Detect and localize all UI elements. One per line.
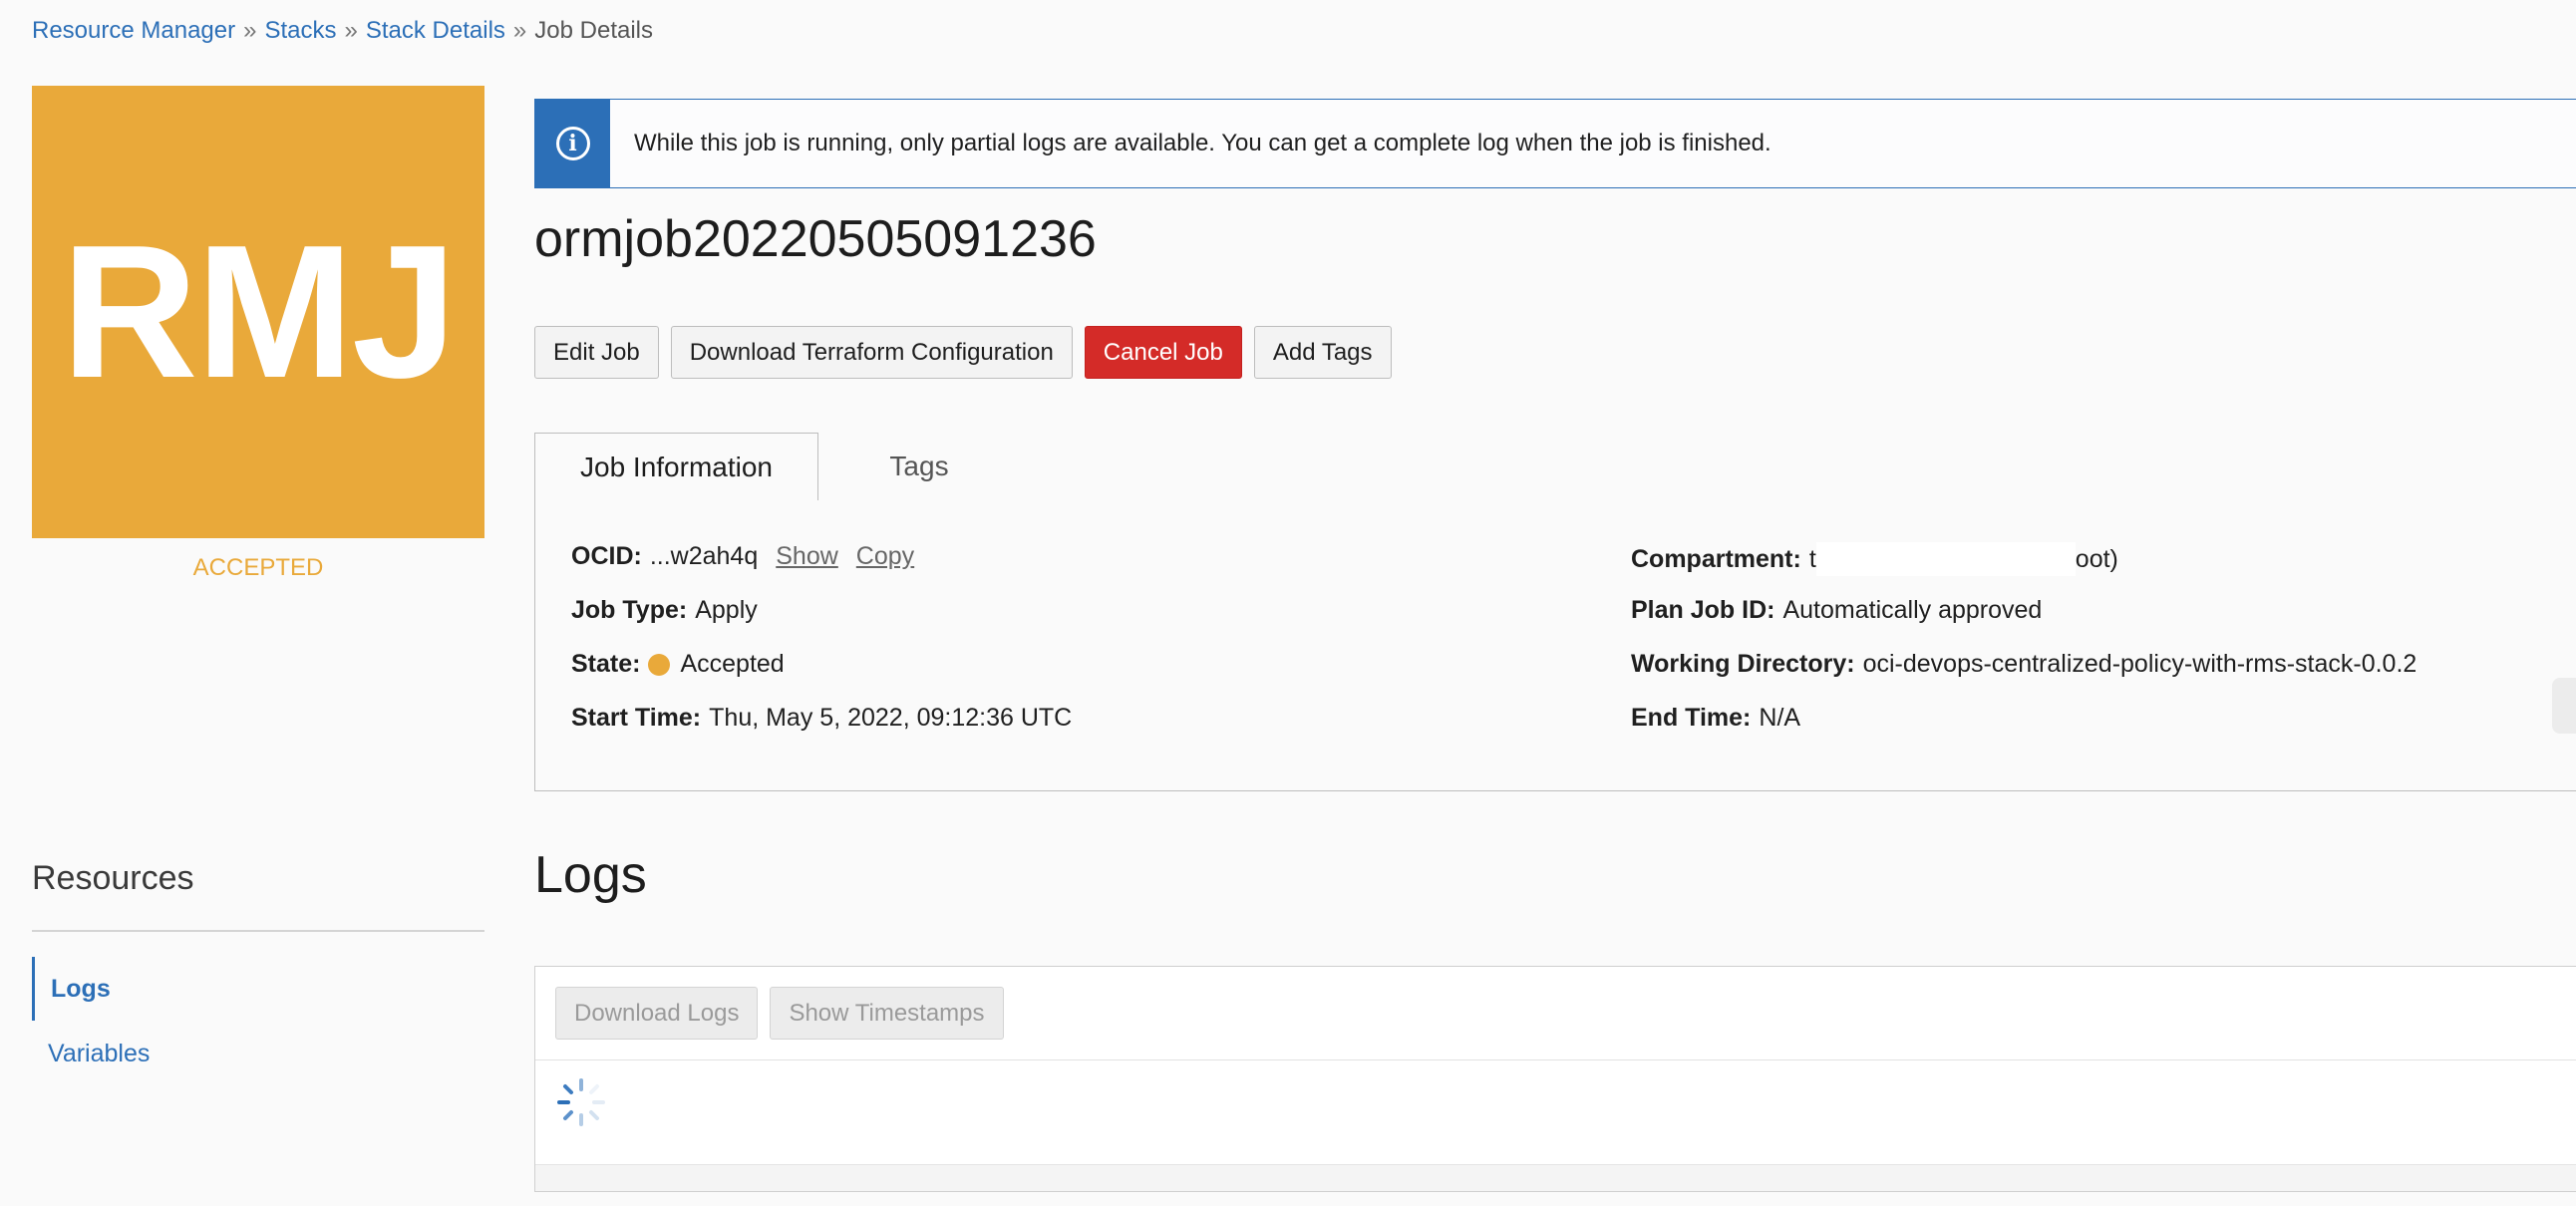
state-field: State: Accepted bbox=[571, 650, 785, 679]
start-time-value: Thu, May 5, 2022, 09:12:36 UTC bbox=[709, 704, 1073, 732]
info-icon: i bbox=[555, 127, 590, 160]
download-terraform-button[interactable]: Download Terraform Configuration bbox=[670, 326, 1073, 379]
info-banner: i While this job is running, only partia… bbox=[534, 99, 2576, 188]
compartment-value-prefix: t bbox=[1808, 544, 1816, 573]
start-time-field: Start Time: Thu, May 5, 2022, 09:12:36 U… bbox=[571, 704, 1072, 733]
plan-job-label: Plan Job ID: bbox=[1631, 596, 1775, 624]
end-time-value: N/A bbox=[1759, 704, 1801, 732]
working-directory-value: oci-devops-centralized-policy-with-rms-s… bbox=[1862, 650, 2417, 678]
edit-job-button[interactable]: Edit Job bbox=[534, 326, 659, 379]
state-label: State: bbox=[571, 650, 641, 678]
help-panel-handle[interactable] bbox=[2552, 678, 2576, 734]
logs-toolbar: Download Logs Show Timestamps bbox=[535, 967, 2576, 1060]
resources-title: Resources bbox=[32, 859, 194, 897]
logs-title: Logs bbox=[534, 846, 647, 904]
job-type-value: Apply bbox=[695, 596, 758, 624]
breadcrumb-current: Job Details bbox=[534, 17, 654, 44]
state-value: Accepted bbox=[680, 650, 785, 678]
working-directory-label: Working Directory: bbox=[1631, 650, 1855, 678]
compartment-value-suffix: oot) bbox=[2075, 544, 2118, 573]
plan-job-field: Plan Job ID: Automatically approved bbox=[1631, 596, 2042, 625]
cancel-job-button[interactable]: Cancel Job bbox=[1084, 326, 1242, 379]
tab-tags[interactable]: Tags bbox=[854, 433, 984, 500]
logs-panel: Download Logs Show Timestamps bbox=[534, 966, 2576, 1192]
job-type-label: Job Type: bbox=[571, 596, 688, 624]
ocid-field: OCID: ...w2ah4q Show Copy bbox=[571, 542, 914, 571]
info-banner-text: While this job is running, only partial … bbox=[634, 130, 1771, 156]
breadcrumb-stack-details[interactable]: Stack Details bbox=[366, 17, 505, 44]
logs-footer bbox=[535, 1164, 2576, 1191]
download-logs-button[interactable]: Download Logs bbox=[555, 987, 759, 1040]
job-status-label: ACCEPTED bbox=[192, 554, 324, 581]
job-information-panel: OCID: ...w2ah4q Show Copy Job Type: Appl… bbox=[534, 500, 2576, 791]
end-time-label: End Time: bbox=[1631, 704, 1752, 732]
redacted-region bbox=[1815, 542, 2076, 576]
state-indicator-icon bbox=[648, 653, 671, 676]
breadcrumb: Resource Manager » Stacks » Stack Details » Jo… bbox=[32, 17, 653, 45]
resources-item-variables[interactable]: Variables bbox=[32, 1022, 484, 1085]
breadcrumb-separator: » bbox=[512, 17, 527, 44]
page-title: ormjob20220505091236 bbox=[534, 210, 1097, 268]
loading-spinner-icon bbox=[557, 1078, 605, 1126]
tab-job-information[interactable]: Job Information bbox=[534, 433, 818, 501]
ocid-copy-link[interactable]: Copy bbox=[856, 542, 914, 571]
ocid-show-link[interactable]: Show bbox=[776, 542, 838, 571]
compartment-label: Compartment: bbox=[1631, 544, 1801, 573]
job-type-field: Job Type: Apply bbox=[571, 596, 758, 625]
add-tags-button[interactable]: Add Tags bbox=[1253, 326, 1392, 379]
job-logo-initials: RMJ bbox=[61, 206, 457, 418]
breadcrumb-separator: » bbox=[344, 17, 358, 44]
resources-item-logs[interactable]: Logs bbox=[32, 957, 484, 1021]
working-directory-field: Working Directory: oci-devops-centralize… bbox=[1631, 650, 2416, 679]
end-time-field: End Time: N/A bbox=[1631, 704, 1800, 733]
breadcrumb-resource-manager[interactable]: Resource Manager bbox=[32, 17, 235, 44]
plan-job-value: Automatically approved bbox=[1782, 596, 2043, 624]
ocid-value: ...w2ah4q bbox=[649, 542, 759, 570]
start-time-label: Start Time: bbox=[571, 704, 702, 732]
job-logo: RMJ bbox=[32, 86, 484, 538]
breadcrumb-separator: » bbox=[243, 17, 257, 44]
resources-divider bbox=[32, 930, 484, 932]
breadcrumb-stacks[interactable]: Stacks bbox=[264, 17, 336, 44]
info-banner-icon-box: i bbox=[535, 100, 610, 187]
action-toolbar: Edit Job Download Terraform Configuratio… bbox=[534, 326, 1392, 379]
tab-bar: Job Information Tags bbox=[534, 433, 2576, 501]
compartment-field: Compartment: t oot) bbox=[1631, 542, 2118, 576]
ocid-label: OCID: bbox=[571, 542, 642, 570]
show-timestamps-button[interactable]: Show Timestamps bbox=[770, 987, 1004, 1040]
